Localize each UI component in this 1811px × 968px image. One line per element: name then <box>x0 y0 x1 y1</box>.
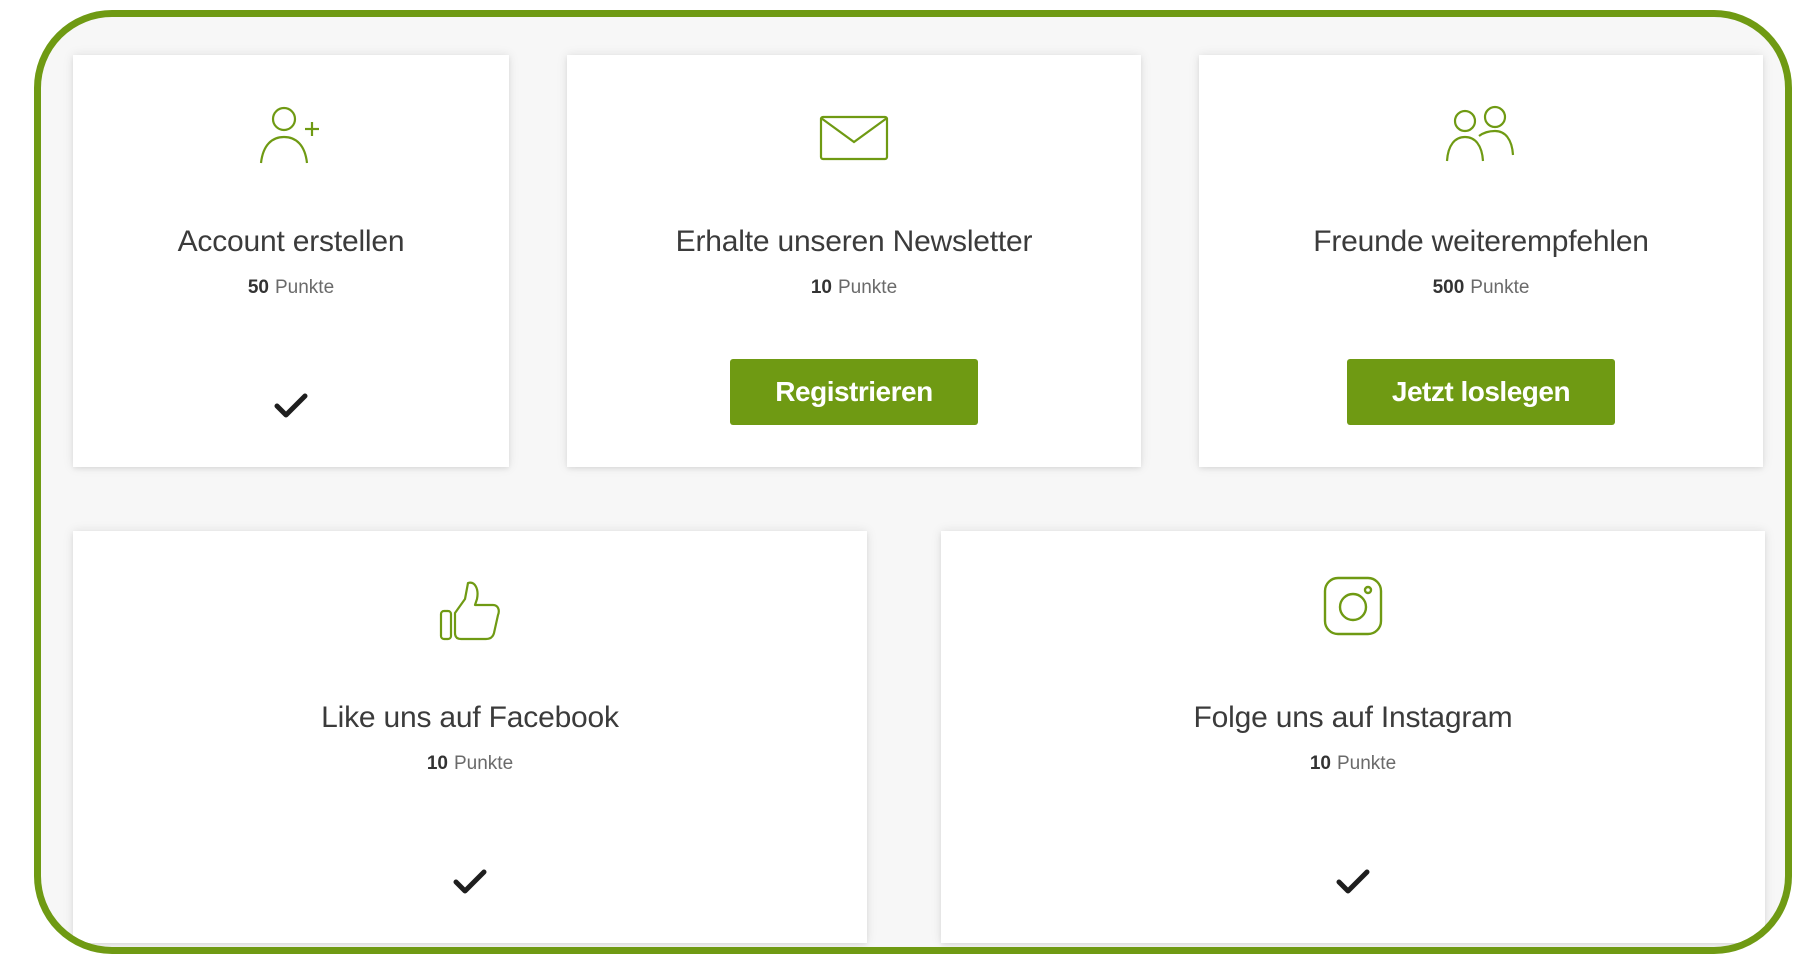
points-label: Punkte <box>837 277 898 298</box>
card-facebook: Like uns auf Facebook 10 Punkte <box>73 531 867 943</box>
card-points: 10 Punkte <box>73 753 867 775</box>
users-icon <box>1443 103 1519 167</box>
points-value: 50 <box>247 277 269 298</box>
card-title: Erhalte unseren Newsletter <box>675 225 1033 258</box>
card-create-account: Account erstellen 50 Punkte <box>73 55 509 467</box>
card-points: 50 Punkte <box>73 277 509 299</box>
card-points: 10 Punkte <box>941 753 1765 775</box>
thumbs-up-icon <box>437 577 503 643</box>
points-label: Punkte <box>453 753 514 774</box>
register-button[interactable]: Registrieren <box>730 359 978 425</box>
checkmark-icon <box>453 869 487 900</box>
add-user-icon <box>256 103 326 167</box>
card-title: Account erstellen <box>177 225 405 258</box>
instagram-icon <box>1322 575 1384 637</box>
points-value: 10 <box>426 753 448 774</box>
points-label: Punkte <box>274 277 335 298</box>
card-refer-friends: Freunde weiterempfehlen 500 Punkte Jetzt … <box>1199 55 1763 467</box>
card-title: Folge uns auf Instagram <box>1193 701 1513 734</box>
checkmark-icon <box>1336 869 1370 900</box>
points-value: 10 <box>810 277 832 298</box>
points-value: 10 <box>1309 753 1331 774</box>
card-title: Like uns auf Facebook <box>321 701 619 734</box>
card-points: 500 Punkte <box>1199 277 1763 299</box>
get-started-button[interactable]: Jetzt loslegen <box>1347 359 1615 425</box>
card-points: 10 Punkte <box>567 277 1141 299</box>
points-label: Punkte <box>1336 753 1397 774</box>
card-instagram: Folge uns auf Instagram 10 Punkte <box>941 531 1765 943</box>
card-newsletter: Erhalte unseren Newsletter 10 Punkte Regi… <box>567 55 1141 467</box>
points-value: 500 <box>1432 277 1465 298</box>
card-title: Freunde weiterempfehlen <box>1313 225 1649 258</box>
rewards-panel: Account erstellen 50 Punkte Erhalte unser… <box>34 10 1792 954</box>
checkmark-icon <box>274 393 308 424</box>
points-label: Punkte <box>1470 277 1530 298</box>
envelope-icon <box>819 115 889 161</box>
